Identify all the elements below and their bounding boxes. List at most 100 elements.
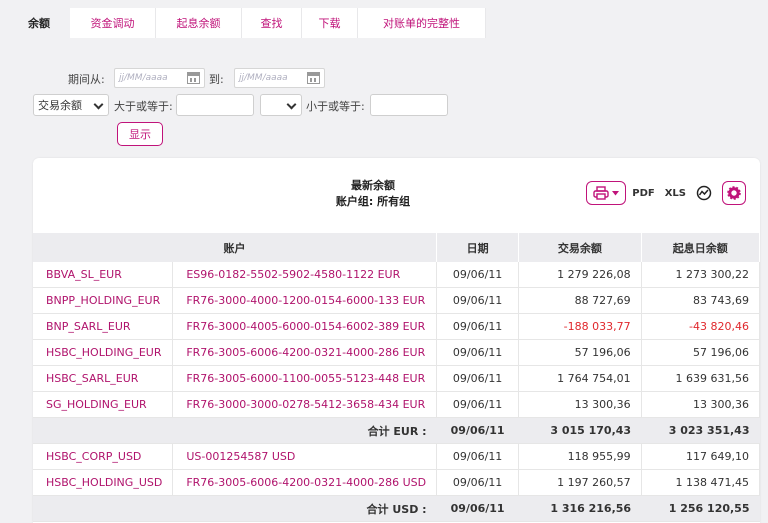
trade-balance: 1 764 754,01 (518, 365, 642, 392)
toolbar: PDF XLS (586, 180, 746, 206)
row-date: 09/06/11 (436, 365, 520, 392)
lte-amount-input[interactable] (370, 94, 448, 116)
account-name-link[interactable]: HSBC_HOLDING_EUR (33, 339, 174, 366)
table-row: HSBC_CORP_USD US-001254587 USD 09/06/11 … (33, 443, 760, 470)
account-name-link[interactable]: HSBC_CORP_USD (33, 443, 174, 470)
account-iban-link[interactable]: FR76-3005-6006-4200-0321-4000-286 USD (172, 469, 438, 496)
header-date[interactable]: 日期 (436, 233, 520, 262)
table-row: BNP_SARL_EUR FR76-3000-4005-6000-0154-60… (33, 313, 760, 340)
total-trade-balance: 3 015 170,43 (518, 417, 642, 444)
value-date-balance: 1 138 471,45 (641, 469, 760, 496)
gte-label: 大于或等于: (114, 100, 173, 113)
balance-table: 账户 日期 交易余额 起息日余额 BBVA_SL_EUR ES96-0182-5… (33, 233, 760, 522)
account-iban-link[interactable]: FR76-3000-4005-6000-0154-6002-389 EUR (172, 313, 438, 340)
gear-icon (727, 186, 741, 200)
account-iban-link[interactable]: FR76-3005-6006-4200-0321-4000-286 EUR (172, 339, 438, 366)
trade-balance: 13 300,36 (518, 391, 642, 418)
print-button[interactable] (586, 181, 627, 205)
account-name-link[interactable]: BNPP_HOLDING_EUR (33, 287, 174, 314)
row-date: 09/06/11 (436, 339, 520, 366)
header-value-date-balance[interactable]: 起息日余额 (641, 233, 760, 262)
chevron-down-icon (286, 99, 297, 110)
tab-bar: 余额 资金调动 起息余额 查找 下载 对账单的完整性 (8, 8, 486, 38)
header-trade-balance[interactable]: 交易余额 (518, 233, 642, 262)
tab-search[interactable]: 查找 (242, 8, 302, 38)
row-date: 09/06/11 (436, 391, 520, 418)
chart-icon[interactable] (696, 185, 712, 201)
row-date: 09/06/11 (436, 443, 520, 470)
date-from-placeholder: jj/MM/aaaa (119, 73, 168, 83)
trade-balance: -188 033,77 (518, 313, 642, 340)
pdf-export[interactable]: PDF (632, 188, 654, 199)
caret-down-icon (612, 190, 620, 195)
table-row: HSBC_HOLDING_USD FR76-3005-6006-4200-032… (33, 469, 760, 496)
value-date-balance: 13 300,36 (641, 391, 760, 418)
value-date-balance: -43 820,46 (641, 313, 760, 340)
table-header-row: 账户 日期 交易余额 起息日余额 (33, 233, 760, 262)
chevron-down-icon (93, 99, 104, 110)
date-to-placeholder: jj/MM/aaaa (239, 73, 288, 83)
table-row: HSBC_HOLDING_EUR FR76-3005-6006-4200-032… (33, 339, 760, 366)
period-from-label: 期间从: (68, 73, 105, 86)
tab-download[interactable]: 下载 (302, 8, 358, 38)
balance-panel: 最新余额 账户组: 所有组 PDF XLS 账户 日期 交易余额 起息日余额 B… (33, 158, 760, 523)
row-date: 09/06/11 (436, 262, 520, 288)
tab-balance[interactable]: 余额 (8, 8, 70, 38)
date-to-field[interactable]: jj/MM/aaaa (234, 68, 325, 88)
trade-balance: 1 197 260,57 (518, 469, 642, 496)
account-iban-link[interactable]: FR76-3000-3000-0278-5412-3658-434 EUR (172, 391, 438, 418)
lte-label: 小于或等于: (306, 100, 365, 113)
operator-select[interactable] (260, 94, 302, 116)
table-row: SG_HOLDING_EUR FR76-3000-3000-0278-5412-… (33, 391, 760, 418)
account-name-link[interactable]: BNP_SARL_EUR (33, 313, 174, 340)
value-date-balance: 117 649,10 (641, 443, 760, 470)
total-value-date-balance: 1 256 120,55 (641, 495, 760, 522)
filter-area: 期间从: jj/MM/aaaa 到: jj/MM/aaaa 交易余额 大于或等于… (0, 40, 768, 150)
trade-balance: 118 955,99 (518, 443, 642, 470)
account-iban-link[interactable]: ES96-0182-5502-5902-4580-1122 EUR (172, 262, 438, 288)
row-date: 09/06/11 (436, 313, 520, 340)
account-name-link[interactable]: BBVA_SL_EUR (33, 262, 174, 288)
xls-export[interactable]: XLS (665, 188, 686, 199)
header-account[interactable]: 账户 (33, 233, 438, 262)
value-date-balance: 1 273 300,22 (641, 262, 760, 288)
total-row-eur: 合计 EUR : 09/06/11 3 015 170,43 3 023 351… (33, 417, 760, 444)
tab-fund-movement[interactable]: 资金调动 (70, 8, 156, 38)
total-date: 09/06/11 (436, 417, 519, 444)
account-name-link[interactable]: HSBC_SARL_EUR (33, 365, 174, 392)
to-label: 到: (209, 73, 224, 86)
calendar-icon[interactable] (307, 72, 320, 84)
account-iban-link[interactable]: US-001254587 USD (172, 443, 438, 470)
trade-balance: 57 196,06 (518, 339, 642, 366)
print-icon (593, 186, 609, 200)
total-trade-balance: 1 316 216,56 (518, 495, 642, 522)
trade-balance: 1 279 226,08 (518, 262, 642, 288)
value-date-balance: 83 743,69 (641, 287, 760, 314)
balance-type-value: 交易余额 (38, 99, 82, 112)
calendar-icon[interactable] (187, 72, 200, 84)
gte-amount-input[interactable] (176, 94, 254, 116)
account-name-link[interactable]: SG_HOLDING_EUR (33, 391, 174, 418)
show-button[interactable]: 显示 (117, 122, 163, 146)
value-date-balance: 57 196,06 (641, 339, 760, 366)
total-label: 合计 EUR : (33, 417, 437, 444)
tab-value-date-balance[interactable]: 起息余额 (156, 8, 242, 38)
date-from-field[interactable]: jj/MM/aaaa (114, 68, 205, 88)
account-name-link[interactable]: HSBC_HOLDING_USD (33, 469, 174, 496)
table-row: BNPP_HOLDING_EUR FR76-3000-4000-1200-015… (33, 287, 760, 314)
account-iban-link[interactable]: FR76-3000-4000-1200-0154-6000-133 EUR (172, 287, 438, 314)
total-value-date-balance: 3 023 351,43 (641, 417, 760, 444)
row-date: 09/06/11 (436, 469, 520, 496)
total-row-usd: 合计 USD : 09/06/11 1 316 216,56 1 256 120… (33, 495, 760, 522)
tab-statement-integrity[interactable]: 对账单的完整性 (358, 8, 486, 38)
trade-balance: 88 727,69 (518, 287, 642, 314)
total-date: 09/06/11 (436, 495, 519, 522)
total-label: 合计 USD : (33, 495, 437, 522)
account-iban-link[interactable]: FR76-3005-6000-1100-0055-5123-448 EUR (172, 365, 438, 392)
settings-button[interactable] (722, 181, 746, 205)
row-date: 09/06/11 (436, 287, 520, 314)
value-date-balance: 1 639 631,56 (641, 365, 760, 392)
balance-type-select[interactable]: 交易余额 (33, 94, 109, 116)
table-row: HSBC_SARL_EUR FR76-3005-6000-1100-0055-5… (33, 365, 760, 392)
table-row: BBVA_SL_EUR ES96-0182-5502-5902-4580-112… (33, 262, 760, 288)
